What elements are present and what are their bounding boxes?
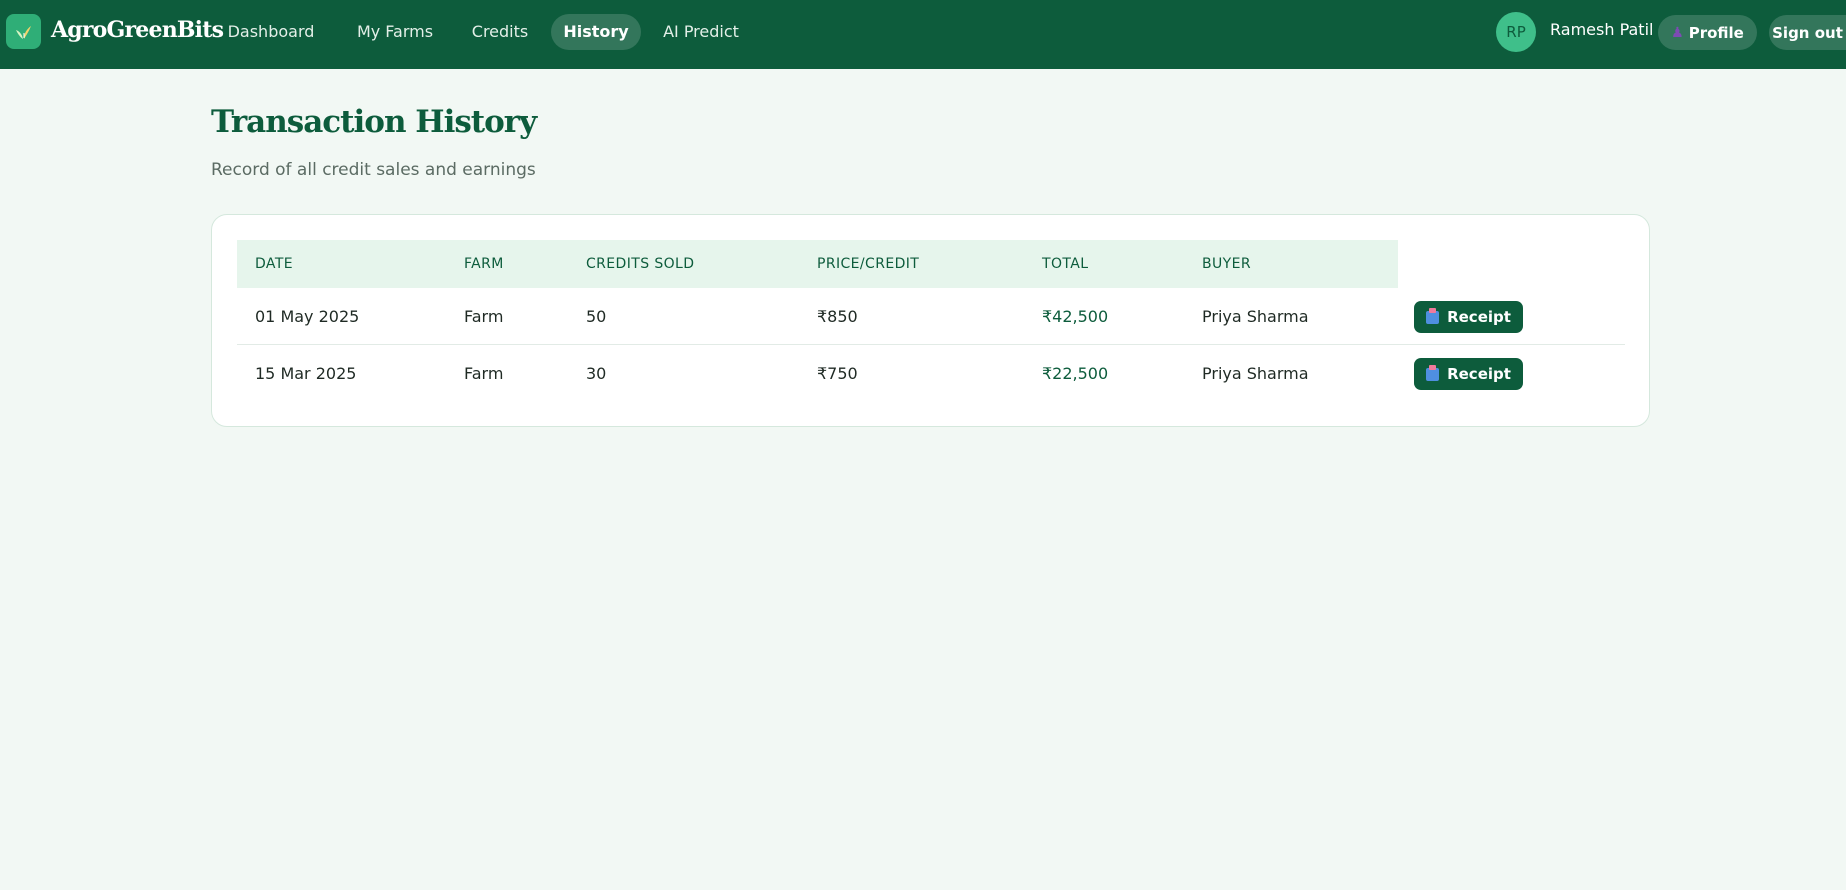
top-navbar: AgroGreenBits Dashboard My Farms Credits… [0,0,1846,69]
nav-ai-predict[interactable]: AI Predict [656,14,746,50]
receipt-label: Receipt [1447,308,1511,326]
cell-price-credit: ₹850 [817,307,858,326]
cell-farm: Farm [464,307,504,326]
profile-button[interactable]: ♟ Profile [1658,15,1757,50]
page-title: Transaction History [211,104,537,140]
cell-credits-sold: 30 [586,364,607,383]
cell-farm: Farm [464,364,504,383]
receipt-icon [1426,364,1440,381]
column-header-farm: FARM [464,256,504,272]
cell-price-credit: ₹750 [817,364,858,383]
brand-name[interactable]: AgroGreenBits [51,17,224,43]
nav-history[interactable]: History [551,14,641,50]
nav-dashboard[interactable]: Dashboard [221,14,321,50]
cell-date: 15 Mar 2025 [255,364,357,383]
user-name: Ramesh Patil [1550,20,1654,39]
nav-credits[interactable]: Credits [466,14,534,50]
column-header-price-credit: PRICE/CREDIT [817,256,920,272]
person-icon: ♟ [1671,24,1684,41]
cell-total: ₹22,500 [1042,364,1109,383]
column-header-total: TOTAL [1042,256,1089,272]
column-header-date: DATE [255,256,294,272]
cell-buyer: Priya Sharma [1202,307,1309,326]
receipt-icon [1426,307,1440,324]
avatar[interactable]: RP [1496,12,1536,52]
cell-date: 01 May 2025 [255,307,360,326]
receipt-button[interactable]: Receipt [1414,301,1523,333]
cell-total: ₹42,500 [1042,307,1109,326]
table-row: 15 Mar 2025 Farm 30 ₹750 ₹22,500 Priya S… [237,345,1625,402]
profile-label: Profile [1688,23,1744,42]
leaf-icon[interactable] [6,14,41,49]
transactions-card: DATE FARM CREDITS SOLD PRICE/CREDIT TOTA… [211,214,1650,427]
cell-credits-sold: 50 [586,307,607,326]
table-header: DATE FARM CREDITS SOLD PRICE/CREDIT TOTA… [237,240,1398,288]
page-subtitle: Record of all credit sales and earnings [211,160,536,180]
receipt-button[interactable]: Receipt [1414,358,1523,390]
receipt-label: Receipt [1447,365,1511,383]
column-header-buyer: BUYER [1202,256,1251,272]
nav-my-farms[interactable]: My Farms [350,14,440,50]
cell-buyer: Priya Sharma [1202,364,1309,383]
table-row: 01 May 2025 Farm 50 ₹850 ₹42,500 Priya S… [237,288,1625,345]
column-header-credits-sold: CREDITS SOLD [586,256,695,272]
sign-out-button[interactable]: Sign out [1769,15,1846,50]
